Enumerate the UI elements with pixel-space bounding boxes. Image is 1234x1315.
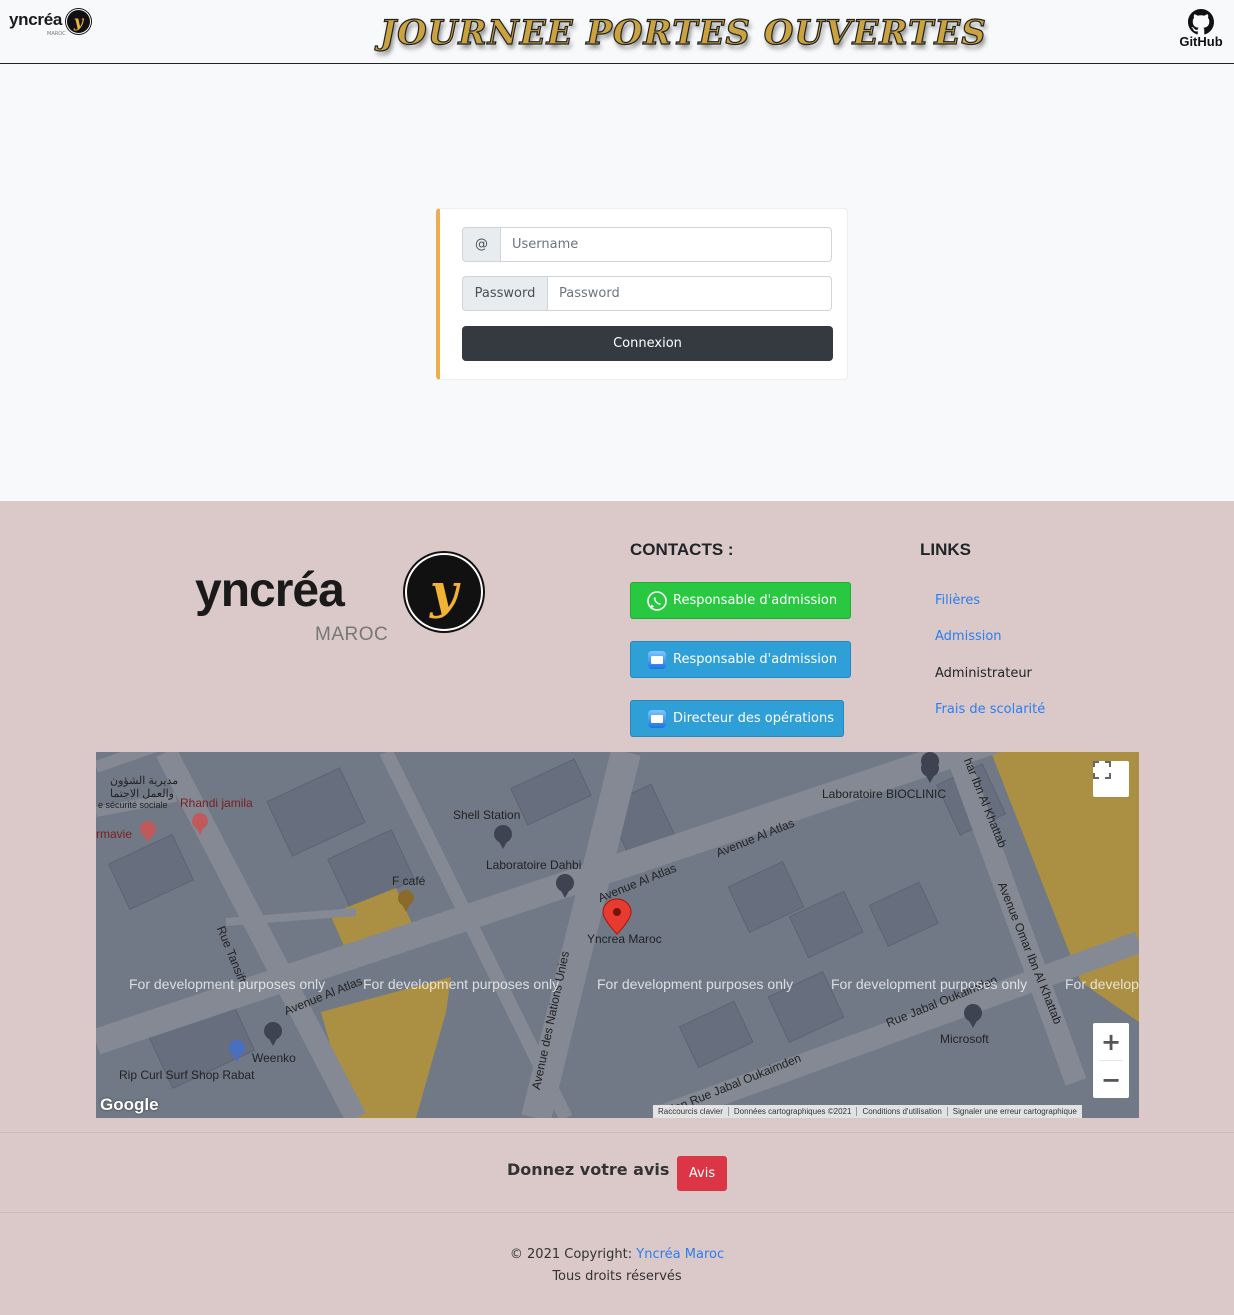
dev-watermark: For development purposes only [597, 976, 794, 992]
footer-divider [0, 1212, 1234, 1213]
password-group: Password [462, 276, 832, 311]
footer-y-mark-icon: y [405, 553, 483, 631]
footer-logo-wordmark: yncréa [195, 564, 345, 617]
terms-link[interactable]: Conditions d'utilisation [857, 1107, 948, 1116]
mail-contact-admission-button[interactable]: Responsable d'admission [630, 641, 851, 678]
whatsapp-contact-label: Responsable d'admission [673, 593, 838, 608]
map-place-securite: e sécurité sociale [98, 800, 168, 810]
username-addon: @ [462, 227, 500, 262]
mail-contact-admission-label: Responsable d'admission [673, 652, 838, 667]
map-place-bioclinic: Laboratoire BIOCLINIC [822, 787, 947, 801]
zoom-out-button[interactable]: − [1093, 1061, 1129, 1098]
map-place-armavie: rmavie [96, 827, 133, 841]
username-group: @ [462, 227, 832, 262]
brand-y-mark-icon: y [66, 9, 92, 34]
brand-logo[interactable]: yncréa MAROC y [9, 9, 92, 37]
username-input[interactable] [500, 227, 832, 262]
brand-subtitle: MAROC [47, 31, 66, 37]
keyboard-shortcuts-link[interactable]: Raccourcis clavier [653, 1107, 729, 1116]
mail-contact-operations-label: Directeur des opérations [673, 711, 834, 726]
map-data-credit: Données cartographiques ©2021 [729, 1107, 858, 1116]
password-input[interactable] [547, 276, 832, 311]
page-title: JOURNEE PORTES OUVERTES [379, 12, 987, 53]
link-filieres[interactable]: Filières [935, 593, 980, 608]
copyright-prefix: © 2021 Copyright: [509, 1247, 633, 1262]
brand-wordmark: yncréa [9, 10, 63, 29]
map-place-shell: Shell Station [453, 808, 521, 822]
github-icon [1188, 9, 1214, 35]
copyright-link[interactable]: Yncréa Maroc [636, 1247, 724, 1262]
github-label: GitHub [1179, 34, 1223, 49]
map-marker-label: Yncrea Maroc [587, 932, 662, 946]
fullscreen-button[interactable] [1093, 761, 1129, 797]
map-place-microsoft: Microsoft [940, 1032, 989, 1046]
dev-watermark: For development purposes only [831, 976, 1028, 992]
contacts-heading: CONTACTS : [630, 540, 734, 559]
mail-icon [647, 709, 667, 729]
zoom-control: + − [1093, 1023, 1129, 1098]
feedback-text: Donnez votre avis ! [507, 1160, 683, 1179]
mail-contact-operations-button[interactable]: Directeur des opérations [630, 700, 844, 737]
github-link[interactable]: GitHub [1176, 9, 1226, 53]
mail-icon [647, 650, 667, 670]
zoom-in-button[interactable]: + [1093, 1023, 1129, 1060]
map-place-arabic-1: مديرية الشؤون [110, 775, 179, 787]
map-place-fcafe: F café [392, 874, 426, 888]
map-place-rhandi: Rhandi jamila [180, 796, 253, 810]
dev-watermark: For development purposes only [363, 976, 560, 992]
whatsapp-icon [647, 590, 667, 611]
links-heading: LINKS [920, 540, 971, 559]
map-place-arabic-2: والعمل الاجتما [110, 788, 174, 800]
map-place-ripcurl: Rip Curl Surf Shop Rabat [119, 1068, 255, 1082]
connexion-button[interactable]: Connexion [462, 326, 833, 361]
login-card: @ Password Connexion [436, 208, 848, 380]
footer-logo-subtitle: MAROC [315, 624, 389, 645]
footer-divider [0, 1132, 1234, 1133]
top-navbar: yncréa MAROC y JOURNEE PORTES OUVERTES G… [0, 0, 1234, 64]
report-error-link[interactable]: Signaler une erreur cartographique [948, 1107, 1082, 1116]
password-addon: Password [462, 276, 547, 311]
copyright: © 2021 Copyright: Yncréa Maroc Tous droi… [0, 1244, 1234, 1288]
link-frais-scolarite[interactable]: Frais de scolarité [935, 702, 1045, 717]
map-place-weenko: Weenko [252, 1051, 296, 1065]
footer: yncréa MAROC y CONTACTS : Responsable d'… [0, 501, 1234, 1315]
map-place-dahbi: Laboratoire Dahbi [486, 858, 582, 872]
link-administrateur[interactable]: Administrateur [935, 666, 1032, 681]
fullscreen-icon [1093, 761, 1111, 779]
map-attribution: Raccourcis clavier Données cartographiqu… [653, 1105, 1082, 1118]
google-map[interactable]: Laboratoire BIOCLINIC Shell Station Labo… [96, 752, 1139, 1118]
rights-text: Tous droits réservés [552, 1269, 682, 1284]
dev-watermark: For development purposes only [129, 976, 326, 992]
dev-watermark: For develop [1065, 976, 1139, 992]
avis-button[interactable]: Avis [677, 1156, 727, 1191]
google-logo[interactable]: Google [100, 1095, 159, 1115]
whatsapp-contact-button[interactable]: Responsable d'admission [630, 582, 851, 619]
footer-logo: yncréa MAROC y [195, 553, 485, 645]
link-admission[interactable]: Admission [935, 629, 1002, 644]
